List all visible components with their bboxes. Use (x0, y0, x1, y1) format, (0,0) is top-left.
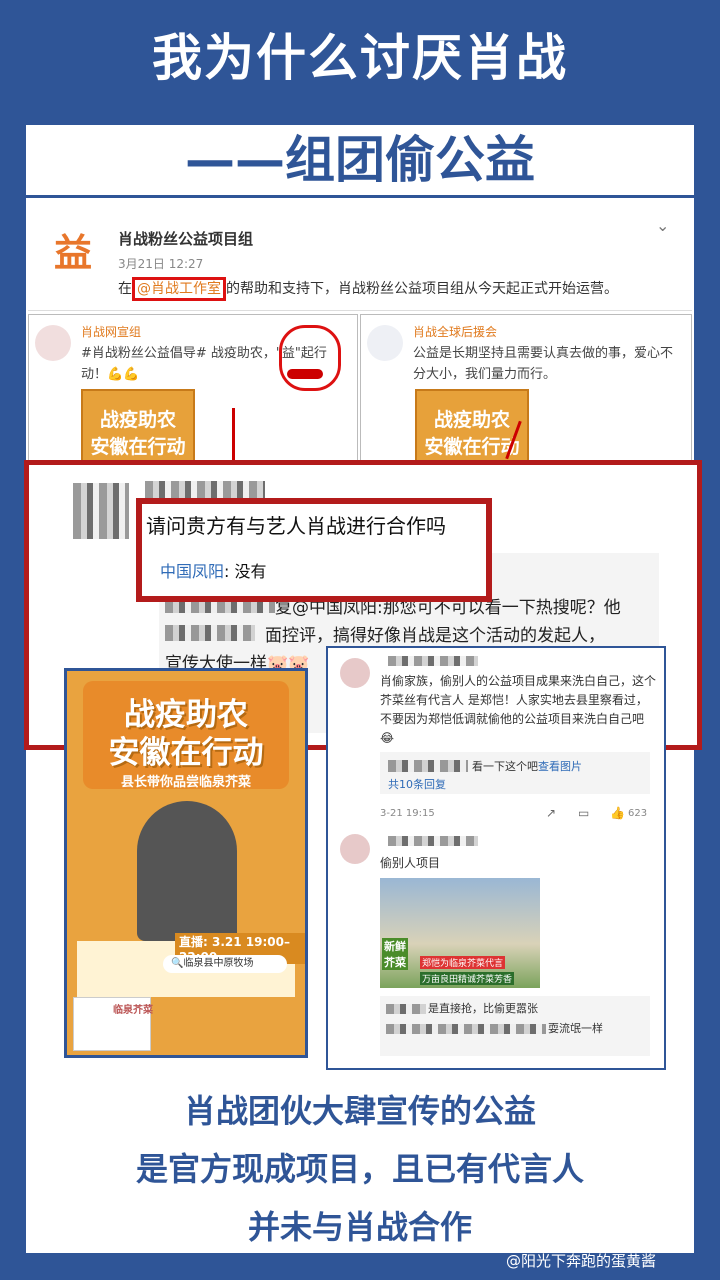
reply-text: 是直接抢，比偷更嚣张 (428, 1002, 538, 1015)
red-circle-annotation (279, 325, 341, 391)
poster-title-line2: 安徽在行动 (108, 735, 264, 771)
repost-card-right: 肖战全球后援会 公益是长期坚持且需要认真去做的事，爱心不分大小，我们量力而行。 … (360, 314, 692, 464)
card-author[interactable]: 肖战全球后援会 (413, 323, 497, 340)
poster-thumbnail[interactable]: 战疫助农 安徽在行动 (81, 389, 195, 463)
reply-author[interactable]: 中国凤阳 (160, 562, 224, 581)
reply-text: 耍流氓一样 (548, 1022, 603, 1035)
poster-thumbnail[interactable]: 战疫助农 安徽在行动 (415, 389, 529, 463)
comment-text: 肖偷家族，偷别人的公益项目成果来洗白自己，这个芥菜丝有代言人 是郑恺！人家实地去… (380, 674, 657, 745)
comment-date: 3-21 19:15 (380, 808, 435, 819)
followup-line2: 面控评，搞得好像肖战是这个活动的发起人， (265, 626, 605, 646)
post-time: 3月21日 12:27 (118, 257, 204, 271)
event-poster: 战疫助农 安徽在行动 县长带你品尝临泉芥菜 直播: 3.21 19:00–22:… (64, 668, 308, 1058)
chevron-down-icon[interactable]: ⌄ (656, 216, 669, 235)
comment-icon[interactable]: ▭ (578, 806, 589, 820)
person-photo (137, 801, 237, 941)
endorsement-photo[interactable]: 新鲜 芥菜 郑恺为临泉芥菜代言 万亩良田精诚芥菜芳香 (380, 878, 540, 988)
poster-line1: 战疫助农 (99, 409, 176, 431)
avatar[interactable] (340, 834, 370, 864)
comment-text: 偷别人项目 (380, 856, 441, 870)
like-count: 623 (628, 808, 648, 819)
search-icon: 🔍 (171, 958, 184, 969)
official-reply: 中国凤阳: 没有 (160, 558, 267, 582)
card-text: 公益是长期坚持且需要认真去做的事，爱心不分大小，我们量力而行。 (413, 346, 674, 382)
blurred-name (388, 836, 478, 846)
comments-screenshot: 肖偷家族，偷别人的公益项目成果来洗白自己，这个芥菜丝有代言人 是郑恺！人家实地去… (326, 646, 666, 1070)
conclusion-line2: 是官方现成项目，且已有代言人 (135, 1150, 584, 1188)
avatar[interactable] (367, 325, 403, 361)
product-label: 临泉芥菜 (113, 1005, 153, 1016)
like-icon[interactable]: 👍 (610, 806, 625, 820)
share-icon[interactable]: ↗ (546, 806, 556, 820)
post-body-suffix: 的帮助和支持下，肖战粉丝公益项目组从今天起正式开始运营。 (226, 281, 618, 297)
replies-count[interactable]: 共10条回复 (388, 776, 446, 792)
blurred-name (386, 1004, 426, 1014)
post-body-prefix: 在 (118, 281, 132, 297)
page-title: 我为什么讨厌肖战 (152, 29, 568, 87)
blurred-name (388, 760, 468, 772)
card-author[interactable]: 肖战网宣组 (81, 323, 141, 340)
avatar[interactable] (340, 658, 370, 688)
blurred-name (145, 481, 265, 499)
photo-label2: 芥菜 (382, 954, 408, 970)
view-image-link[interactable]: 查看图片 (538, 758, 582, 774)
conclusion-line1: 肖战团伙大肆宣传的公益 (183, 1092, 536, 1130)
mention-link[interactable]: @肖战工作室 (132, 277, 226, 301)
charity-logo: 益 (54, 231, 93, 275)
weibo-post: 益 肖战粉丝公益项目组 3月21日 12:27 在 @肖战工作室 的帮助和支持下，肖… (28, 200, 692, 311)
photo-banner1: 郑恺为临泉芥菜代言 (420, 956, 506, 969)
red-arrow-left (232, 408, 235, 460)
reply-link[interactable]: 看一下这个吧 (472, 758, 538, 774)
conclusion-line3: 并未与肖战合作 (247, 1208, 472, 1246)
poster-line1: 战疫助农 (433, 409, 510, 431)
poster-line2: 安徽在行动 (90, 436, 186, 458)
blurred-name (388, 656, 478, 666)
avatar[interactable] (35, 325, 71, 361)
photo-banner2: 万亩良田精诚芥菜芳香 (420, 972, 515, 985)
blurred-avatar (73, 483, 129, 539)
search-text: 临泉县中原牧场 (183, 958, 254, 969)
reply-text: : 没有 (224, 562, 267, 581)
search-input[interactable]: 🔍临泉县中原牧场 (163, 955, 287, 973)
photo-label1: 新鲜 (382, 938, 408, 954)
blurred-name (165, 625, 255, 641)
post-author[interactable]: 肖战粉丝公益项目组 (118, 228, 253, 249)
post-body: 在 @肖战工作室 的帮助和支持下，肖战粉丝公益项目组从今天起正式开始运营。 (118, 277, 618, 301)
poster-tagline: 县长带你品尝临泉芥菜 (120, 775, 251, 790)
question-highlight: 请问贵方有与艺人肖战进行合作吗 中国凤阳: 没有 (136, 498, 492, 602)
page-subtitle: ——组团偷公益 (185, 131, 535, 189)
blurred-name (386, 1024, 546, 1034)
red-scribble (287, 369, 323, 379)
weibo-watermark: @阳光下奔跑的蛋黄酱 (506, 1252, 657, 1270)
repost-card-left: 肖战网宣组 #肖战粉丝公益倡导# 战疫助农，"益"起行动！💪💪 战疫助农 安徽在… (28, 314, 358, 464)
question-text: 请问贵方有与艺人肖战进行合作吗 (146, 514, 446, 538)
